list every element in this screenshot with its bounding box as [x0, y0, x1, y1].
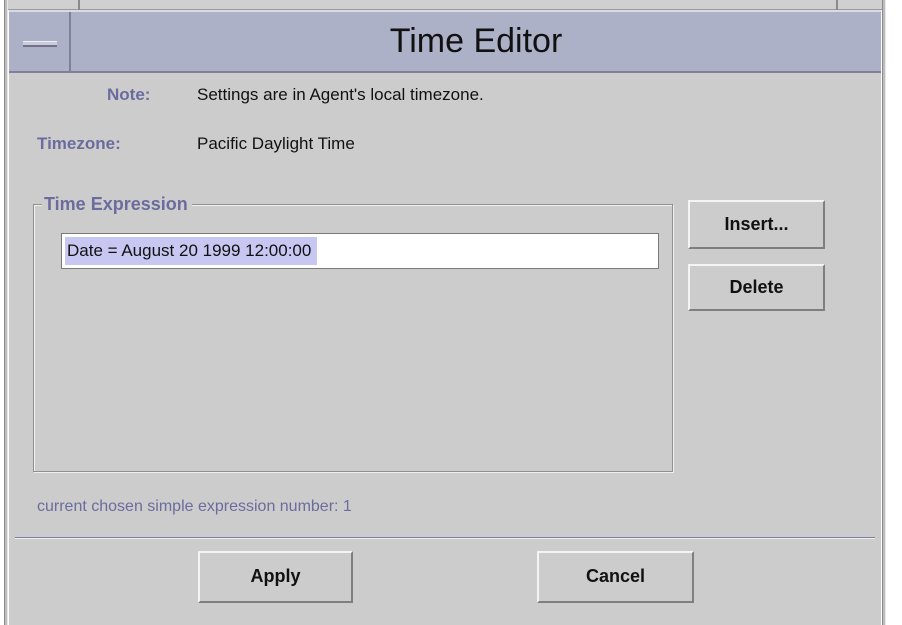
timezone-label: Timezone: [37, 134, 121, 153]
window-frame-right [882, 0, 886, 625]
frame-notch [836, 0, 838, 10]
note-label: Note: [107, 85, 151, 104]
window-menu-button[interactable] [9, 12, 71, 71]
time-expression-field[interactable]: Date = August 20 1999 12:00:00 [61, 233, 659, 269]
timezone-value: Pacific Daylight Time [197, 134, 355, 153]
cancel-button[interactable]: Cancel [537, 551, 694, 603]
window-title: Time Editor [389, 22, 563, 60]
window-menu-icon [23, 41, 57, 47]
time-expression-selected-item[interactable]: Date = August 20 1999 12:00:00 [65, 237, 318, 265]
window-frame-left [4, 0, 8, 625]
title-bar[interactable]: Time Editor [9, 10, 881, 73]
frame-notch [78, 0, 80, 10]
time-expression-group-label: Time Expression [42, 193, 192, 215]
screen: Time Editor Note: Settings are in Agent'… [0, 0, 902, 625]
apply-button[interactable]: Apply [198, 551, 353, 603]
delete-button[interactable]: Delete [688, 264, 825, 311]
footer-separator [15, 537, 875, 539]
status-text: current chosen simple expression number:… [37, 498, 352, 515]
window-frame-top [8, 0, 882, 10]
insert-button[interactable]: Insert... [688, 200, 825, 249]
note-text: Settings are in Agent's local timezone. [197, 85, 484, 104]
